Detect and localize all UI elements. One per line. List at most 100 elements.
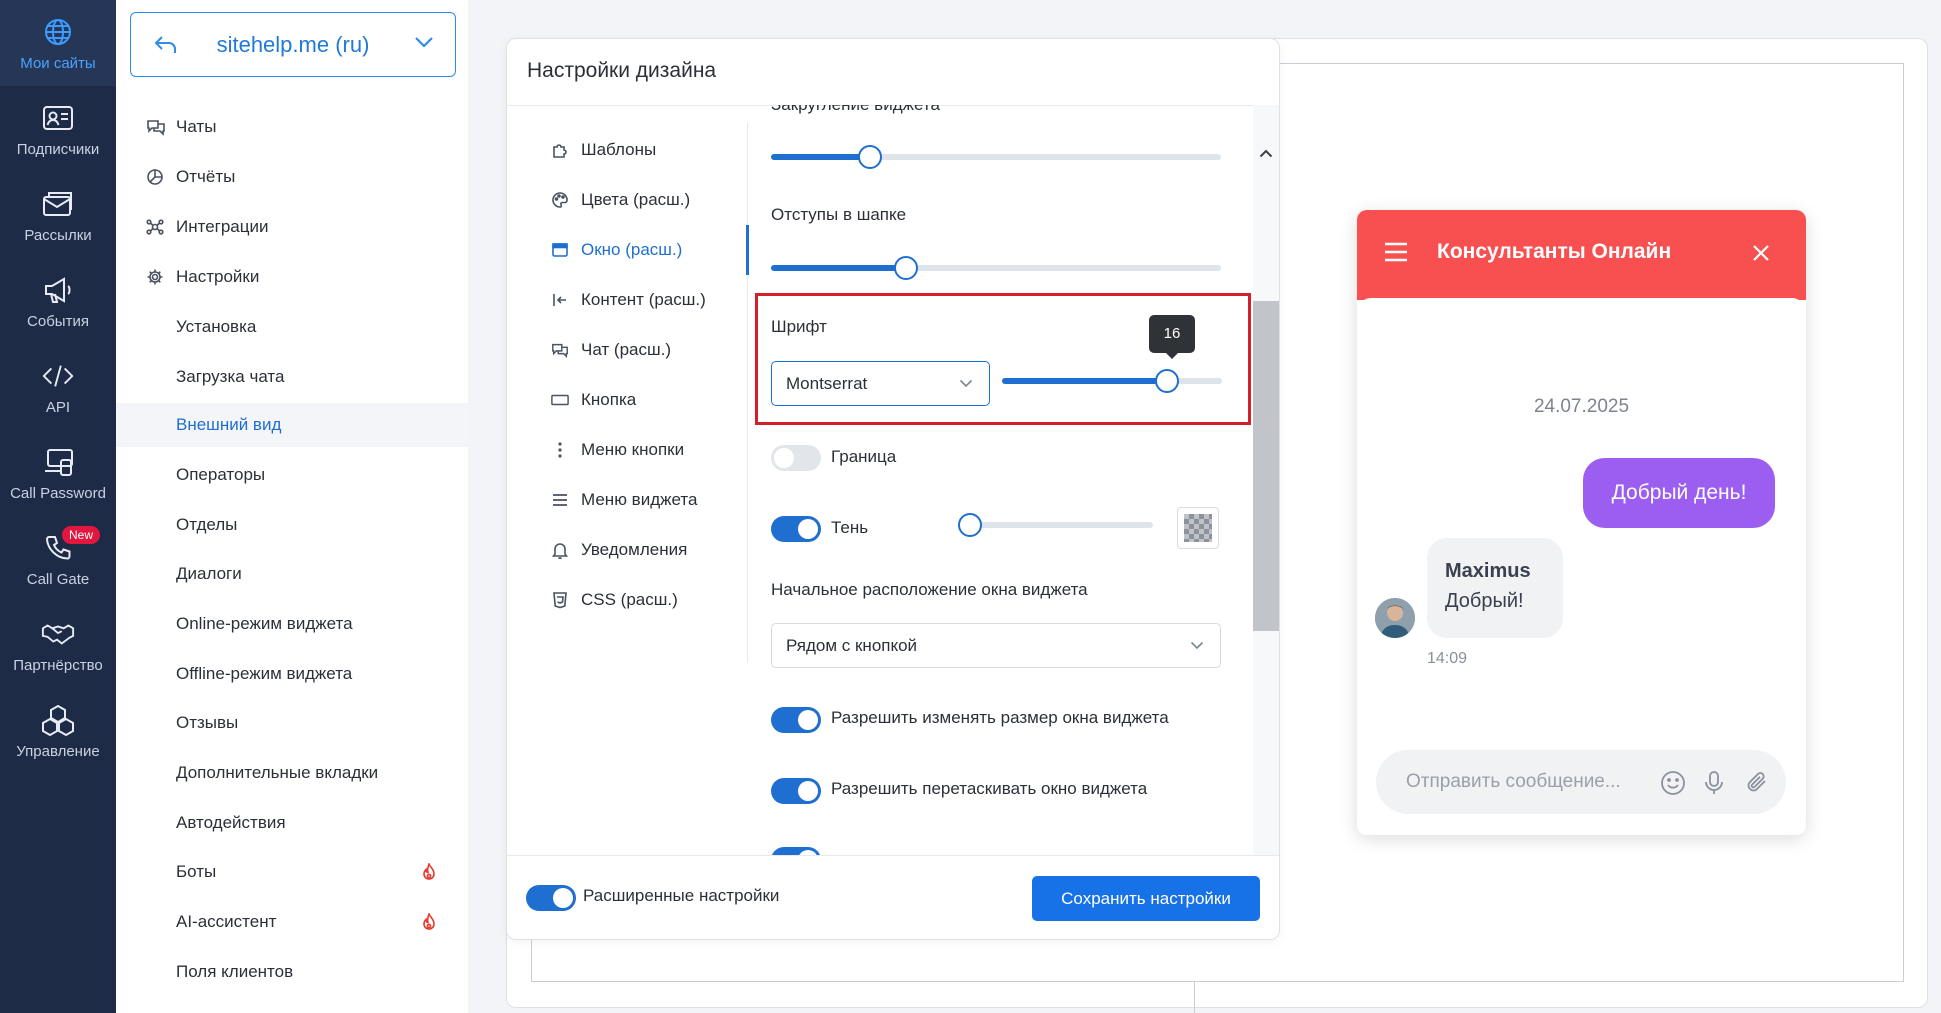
slider-thumb[interactable] bbox=[1155, 369, 1179, 393]
rail-item-label: Партнёрство bbox=[13, 656, 103, 674]
sidebar-item-label: Отзывы bbox=[176, 713, 239, 732]
chevron-up-icon[interactable] bbox=[1259, 149, 1273, 158]
hamburger-menu-icon[interactable] bbox=[1384, 242, 1408, 262]
sidebar-item-offline-mode[interactable]: Offline-режим виджета bbox=[116, 652, 468, 696]
slider-fill bbox=[771, 154, 870, 160]
site-selector[interactable]: sitehelp.me (ru) bbox=[130, 12, 456, 77]
sidebar-item-label: Внешний вид bbox=[176, 415, 282, 434]
css-file-icon bbox=[551, 591, 569, 609]
network-icon bbox=[146, 218, 164, 236]
font-label: Шрифт bbox=[771, 317, 827, 336]
header-padding-slider[interactable] bbox=[771, 256, 1221, 280]
advanced-settings-label: Расширенные настройки bbox=[583, 886, 780, 905]
sidebar-item-client-fields[interactable]: Поля клиентов bbox=[116, 950, 468, 994]
sidebar-item-label: Отчёты bbox=[176, 167, 236, 186]
sidebar-item-label: Операторы bbox=[176, 465, 266, 484]
sidebar-item-bots[interactable]: Боты bbox=[116, 850, 468, 894]
font-size-tooltip: 16 bbox=[1149, 315, 1195, 359]
rail-item-my-sites[interactable]: Мои сайты bbox=[0, 0, 116, 86]
tab-label: Цвета (расш.) bbox=[581, 190, 691, 209]
border-toggle[interactable] bbox=[771, 445, 821, 471]
sidebar-item-ai-assistant[interactable]: AI-ассистент bbox=[116, 900, 468, 944]
sidebar-item-label: Чаты bbox=[176, 117, 217, 136]
sidebar-item-label: Диалоги bbox=[176, 564, 242, 583]
close-icon[interactable] bbox=[1752, 244, 1770, 262]
move-icon[interactable] bbox=[1241, 63, 1259, 81]
settings-scrollbar[interactable] bbox=[1253, 105, 1279, 895]
rail-item-management[interactable]: Управление bbox=[0, 688, 116, 774]
microphone-icon[interactable] bbox=[1704, 770, 1724, 796]
sidebar-item-reviews[interactable]: Отзывы bbox=[116, 701, 468, 745]
widget-header: Консультанты Онлайн bbox=[1357, 210, 1806, 300]
tab-colors[interactable]: Цвета (расш.) bbox=[551, 182, 690, 218]
sidebar-item-online-mode[interactable]: Online-режим виджета bbox=[116, 602, 468, 646]
tab-button-menu[interactable]: Меню кнопки bbox=[551, 432, 684, 468]
bell-icon bbox=[551, 541, 569, 559]
sidebar-item-label: AI-ассистент bbox=[176, 912, 277, 931]
sidebar-item-label: Автодействия bbox=[176, 813, 286, 832]
save-settings-button[interactable]: Сохранить настройки bbox=[1032, 876, 1260, 921]
shadow-slider[interactable] bbox=[957, 513, 1153, 537]
chevron-down-icon bbox=[959, 379, 973, 388]
sidebar-item-departments[interactable]: Отделы bbox=[116, 503, 468, 547]
tab-window[interactable]: Окно (расш.) bbox=[551, 232, 682, 268]
tab-widget-menu[interactable]: Меню виджета bbox=[551, 482, 697, 518]
advanced-settings-toggle[interactable] bbox=[526, 885, 576, 911]
rail-item-partnership[interactable]: Партнёрство bbox=[0, 602, 116, 688]
drag-label: Разрешить перетаскивать окно виджета bbox=[831, 779, 1148, 798]
paperclip-icon[interactable] bbox=[1746, 770, 1770, 796]
sidebar-item-chats[interactable]: Чаты bbox=[116, 105, 468, 149]
font-family-select[interactable]: Montserrat bbox=[771, 361, 990, 406]
sidebar-item-installation[interactable]: Установка bbox=[116, 305, 468, 349]
vertical-dots-icon bbox=[551, 441, 569, 459]
message-text: Добрый! bbox=[1445, 590, 1524, 612]
message-input[interactable]: Отправить сообщение... bbox=[1376, 750, 1786, 814]
sidebar-item-integrations[interactable]: Интеграции bbox=[116, 205, 468, 249]
hamburger-menu-icon bbox=[551, 491, 569, 509]
drag-toggle[interactable] bbox=[771, 778, 821, 804]
sidebar-item-settings[interactable]: Настройки bbox=[116, 255, 468, 299]
font-size-slider[interactable] bbox=[1002, 369, 1222, 393]
new-badge: New bbox=[62, 526, 101, 544]
tab-button[interactable]: Кнопка bbox=[551, 382, 636, 418]
sidebar-item-chat-loading[interactable]: Загрузка чата bbox=[116, 355, 468, 399]
resize-label: Разрешить изменять размер окна виджета bbox=[831, 708, 1169, 727]
rail-item-api[interactable]: API bbox=[0, 344, 116, 430]
rounding-slider[interactable] bbox=[771, 145, 1221, 169]
position-select[interactable]: Рядом с кнопкой bbox=[771, 623, 1221, 668]
chevron-down-icon bbox=[1190, 641, 1204, 650]
rail-item-events[interactable]: События bbox=[0, 258, 116, 344]
border-label: Граница bbox=[831, 447, 897, 466]
rail-item-call-password[interactable]: Call Password bbox=[0, 430, 116, 516]
tab-templates[interactable]: Шаблоны bbox=[551, 132, 656, 168]
sidebar-item-operators[interactable]: Операторы bbox=[116, 453, 468, 497]
sidebar-item-reports[interactable]: Отчёты bbox=[116, 155, 468, 199]
slider-thumb[interactable] bbox=[957, 513, 982, 537]
tab-content[interactable]: Контент (расш.) bbox=[551, 282, 706, 318]
scrollbar-thumb[interactable] bbox=[1253, 301, 1279, 631]
chat-date: 24.07.2025 bbox=[1533, 396, 1630, 417]
tab-chat[interactable]: Чат (расш.) bbox=[551, 332, 671, 368]
shadow-toggle[interactable] bbox=[771, 516, 821, 542]
outgoing-message: Добрый день! bbox=[1583, 458, 1775, 528]
shadow-color-swatch[interactable] bbox=[1177, 507, 1219, 549]
slider-thumb[interactable] bbox=[858, 145, 882, 169]
tab-notifications[interactable]: Уведомления bbox=[551, 532, 687, 568]
resize-toggle[interactable] bbox=[771, 707, 821, 733]
emoji-icon[interactable] bbox=[1660, 770, 1686, 796]
sidebar-item-appearance[interactable]: Внешний вид bbox=[116, 403, 468, 447]
main-navigation-rail: Мои сайты Подписчики Рассылки События AP… bbox=[0, 0, 116, 1013]
rail-item-mailings[interactable]: Рассылки bbox=[0, 172, 116, 258]
sidebar-item-label: Дополнительные вкладки bbox=[176, 763, 379, 782]
window-icon bbox=[551, 241, 569, 259]
rail-item-subscribers[interactable]: Подписчики bbox=[0, 86, 116, 172]
sidebar-item-auto-actions[interactable]: Автодействия bbox=[116, 801, 468, 845]
sidebar-item-extra-tabs[interactable]: Дополнительные вкладки bbox=[116, 751, 468, 795]
sidebar-item-label: Боты bbox=[176, 862, 217, 881]
rail-item-call-gate[interactable]: New Call Gate bbox=[0, 516, 116, 602]
avatar bbox=[1375, 598, 1415, 638]
font-family-value: Montserrat bbox=[786, 374, 868, 393]
sidebar-item-dialogs[interactable]: Диалоги bbox=[116, 552, 468, 596]
tab-css[interactable]: CSS (расш.) bbox=[551, 582, 678, 618]
slider-thumb[interactable] bbox=[894, 256, 918, 280]
